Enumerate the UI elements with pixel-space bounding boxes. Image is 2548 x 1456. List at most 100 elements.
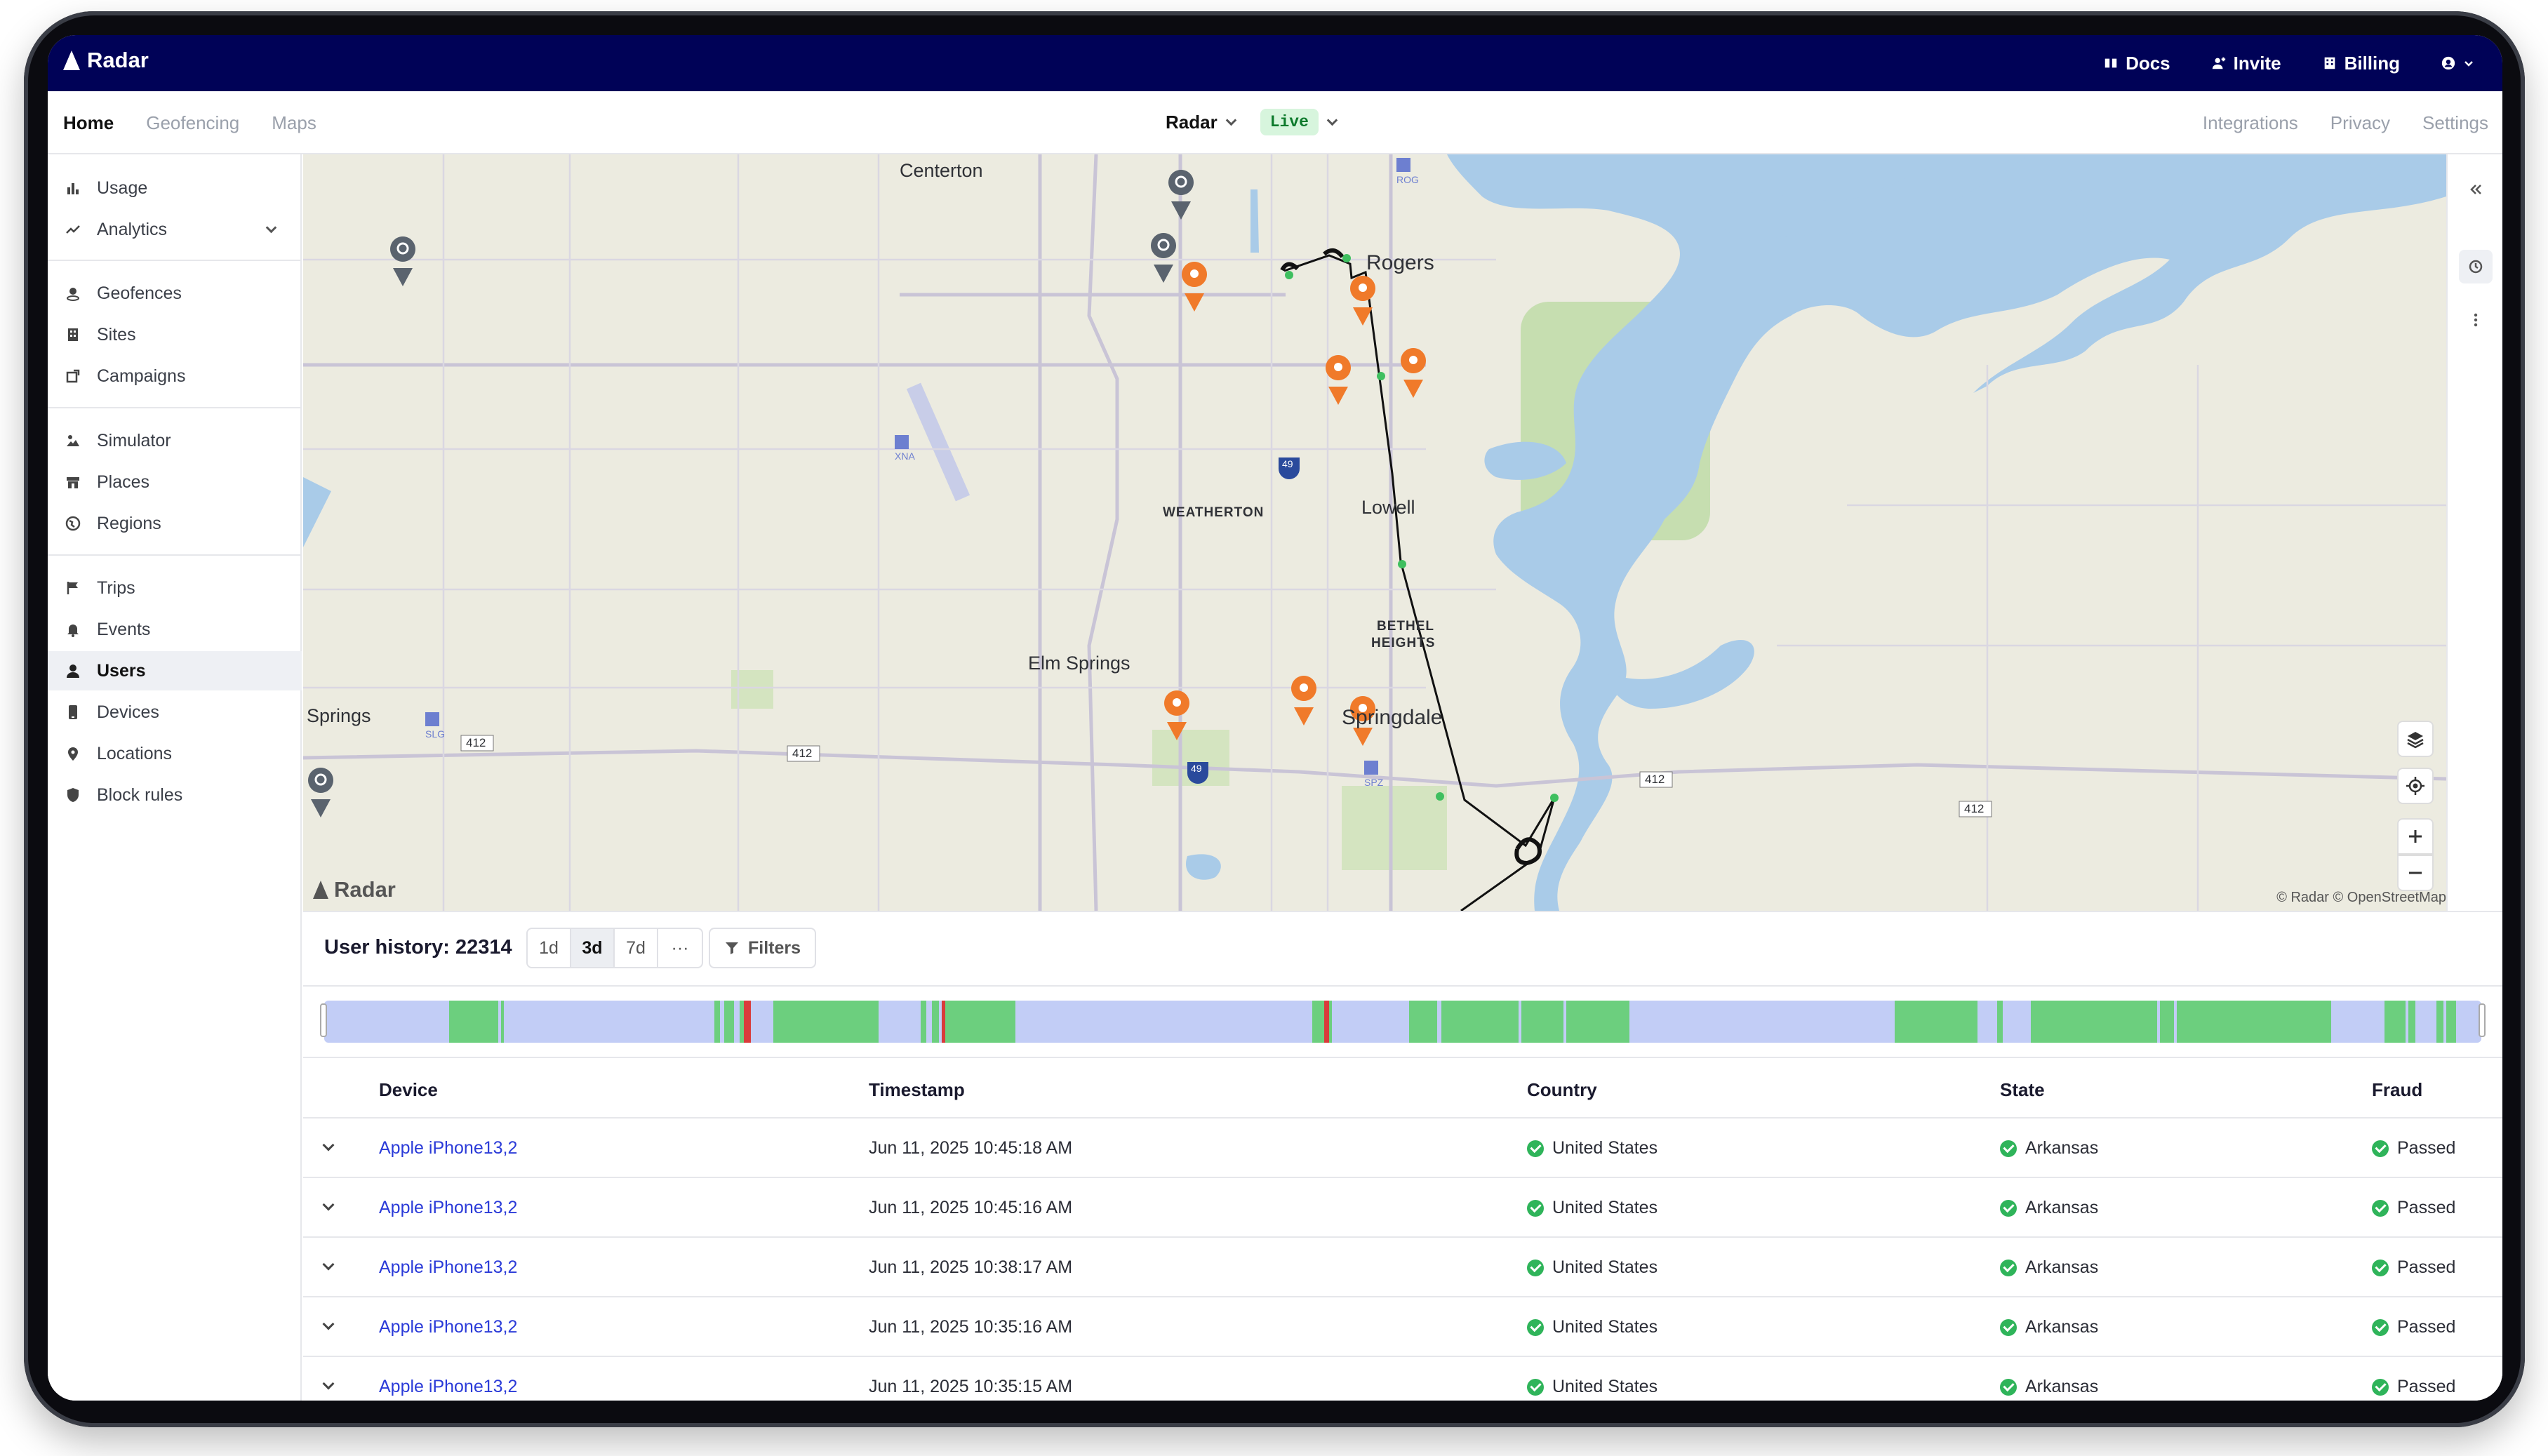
column-header-timestamp[interactable]: Timestamp — [869, 1079, 965, 1101]
billing-button[interactable]: Billing — [2322, 53, 2400, 74]
geofence-pin[interactable] — [308, 768, 334, 817]
geofence-pin[interactable] — [1168, 170, 1194, 220]
sidebar-item-events[interactable]: Events — [48, 610, 302, 649]
table-row[interactable]: Apple iPhone13,2 Jun 11, 2025 10:45:18 A… — [303, 1118, 2502, 1178]
collapse-panel-button[interactable] — [2459, 173, 2493, 206]
expand-row-chevron-icon[interactable] — [322, 1377, 335, 1390]
table-row[interactable]: Apple iPhone13,2 Jun 11, 2025 10:35:15 A… — [303, 1357, 2502, 1401]
chevron-down-icon[interactable] — [265, 222, 277, 234]
range-3d-button[interactable]: 3d — [571, 929, 615, 967]
settings-link[interactable]: Settings — [2422, 112, 2488, 134]
activity-timeline[interactable] — [324, 1001, 2481, 1043]
geofence-pin[interactable] — [1151, 233, 1177, 283]
expand-row-chevron-icon[interactable] — [322, 1139, 335, 1151]
timeline-segments — [449, 1001, 2456, 1043]
sidebar-item-usage[interactable]: Usage — [48, 168, 302, 208]
table-row[interactable]: Apple iPhone13,2 Jun 11, 2025 10:35:16 A… — [303, 1297, 2502, 1357]
range-1d-button[interactable]: 1d — [528, 929, 571, 967]
sidebar-item-places[interactable]: Places — [48, 462, 302, 502]
flag-icon — [65, 580, 81, 596]
sidebar-item-label: Users — [97, 660, 146, 681]
timeline-end-handle[interactable] — [2479, 1003, 2486, 1037]
zoom-in-button[interactable] — [2397, 818, 2434, 855]
sidebar-item-users[interactable]: Users — [48, 651, 302, 690]
fraud-value: Passed — [2397, 1257, 2456, 1277]
pin-icon — [65, 745, 81, 762]
sidebar-item-block-rules[interactable]: Block rules — [48, 775, 302, 815]
range-7d-button[interactable]: 7d — [615, 929, 658, 967]
layers-button[interactable] — [2397, 721, 2434, 757]
locate-button[interactable] — [2397, 768, 2434, 804]
tab-home[interactable]: Home — [63, 112, 114, 134]
sidebar-item-campaigns[interactable]: Campaigns — [48, 356, 302, 396]
event-pin[interactable] — [1401, 348, 1427, 398]
docs-button[interactable]: Docs — [2103, 53, 2170, 74]
table-row[interactable]: Apple iPhone13,2 Jun 11, 2025 10:38:17 A… — [303, 1238, 2502, 1297]
account-menu-button[interactable] — [2441, 55, 2474, 71]
device-link[interactable]: Apple iPhone13,2 — [379, 1198, 517, 1218]
column-header-state[interactable]: State — [2000, 1079, 2045, 1101]
sidebar-item-simulator[interactable]: Simulator — [48, 421, 302, 460]
device-link[interactable]: Apple iPhone13,2 — [379, 1138, 517, 1158]
device-link[interactable]: Apple iPhone13,2 — [379, 1257, 517, 1278]
expand-row-chevron-icon[interactable] — [322, 1318, 335, 1330]
fraud-cell: Passed — [2372, 1198, 2455, 1218]
invite-button[interactable]: Invite — [2211, 53, 2281, 74]
check-circle-icon — [2000, 1318, 2017, 1336]
zoom-out-button[interactable] — [2397, 855, 2434, 891]
map-label-rogers: Rogers — [1366, 251, 1434, 274]
event-pin[interactable] — [1326, 355, 1352, 405]
sidebar-item-devices[interactable]: Devices — [48, 693, 302, 732]
airport-icon — [1396, 158, 1410, 172]
event-pin[interactable] — [1182, 262, 1208, 312]
shield-icon — [65, 787, 81, 803]
timeline-start-handle[interactable] — [320, 1003, 327, 1037]
sidebar-item-analytics[interactable]: Analytics — [48, 210, 302, 249]
sidebar-item-locations[interactable]: Locations — [48, 734, 302, 773]
project-selector[interactable]: Radar Live — [1166, 109, 1338, 135]
fraud-cell: Passed — [2372, 1377, 2455, 1397]
environment-badge[interactable]: Live — [1260, 109, 1319, 135]
map-label-weatherton: WEATHERTON — [1163, 505, 1265, 520]
watermark-text: Radar — [334, 877, 396, 902]
bell-icon — [65, 621, 81, 638]
expand-row-chevron-icon[interactable] — [322, 1258, 335, 1271]
user-history-panel: User history: 22314 1d 3d 7d ··· Filters — [303, 911, 2502, 1401]
device-link[interactable]: Apple iPhone13,2 — [379, 1317, 517, 1337]
sidebar-item-label: Regions — [97, 513, 161, 533]
expand-row-chevron-icon[interactable] — [322, 1198, 335, 1211]
privacy-link[interactable]: Privacy — [2330, 112, 2390, 134]
column-header-country[interactable]: Country — [1527, 1079, 1597, 1101]
phone-icon — [65, 704, 81, 721]
sidebar-item-sites[interactable]: Sites — [48, 315, 302, 354]
tab-geofencing[interactable]: Geofencing — [146, 112, 239, 134]
column-header-device[interactable]: Device — [379, 1079, 438, 1101]
table-row[interactable]: Apple iPhone13,2 Jun 11, 2025 10:45:16 A… — [303, 1178, 2502, 1238]
device-link[interactable]: Apple iPhone13,2 — [379, 1377, 517, 1397]
trip-point — [1398, 560, 1406, 568]
sidebar-item-label: Trips — [97, 577, 135, 598]
map-view[interactable]: Centerton Rogers WEATHERTON Lowell BETHE… — [303, 154, 2502, 911]
nav-right-links: Integrations Privacy Settings — [2203, 91, 2488, 154]
clock-icon — [2469, 260, 2483, 274]
tab-maps[interactable]: Maps — [272, 112, 316, 134]
sidebar-item-label: Analytics — [97, 219, 168, 239]
history-table-header: Device Timestamp Country State Fraud — [303, 1058, 2502, 1118]
column-header-fraud[interactable]: Fraud — [2372, 1079, 2422, 1101]
app-logo[interactable]: Radar — [63, 48, 149, 73]
top-bar: Radar Docs Invite Billing — [48, 35, 2502, 91]
more-options-button[interactable] — [2459, 303, 2493, 337]
map-attribution[interactable]: © Radar © OpenStreetMap — [2276, 890, 2446, 906]
event-pin[interactable] — [1291, 676, 1317, 726]
geofence-pin[interactable] — [390, 236, 416, 286]
highway-label-412: 412 — [1645, 773, 1665, 786]
integrations-link[interactable]: Integrations — [2203, 112, 2298, 134]
history-button[interactable] — [2459, 250, 2493, 283]
sidebar-item-regions[interactable]: Regions — [48, 504, 302, 543]
map-watermark: Radar — [313, 877, 396, 902]
filters-button[interactable]: Filters — [709, 928, 817, 968]
sidebar-item-geofences[interactable]: Geofences — [48, 274, 302, 313]
map-label-xna: XNA — [895, 450, 915, 462]
sidebar-item-trips[interactable]: Trips — [48, 568, 302, 608]
range-more-button[interactable]: ··· — [658, 929, 702, 967]
